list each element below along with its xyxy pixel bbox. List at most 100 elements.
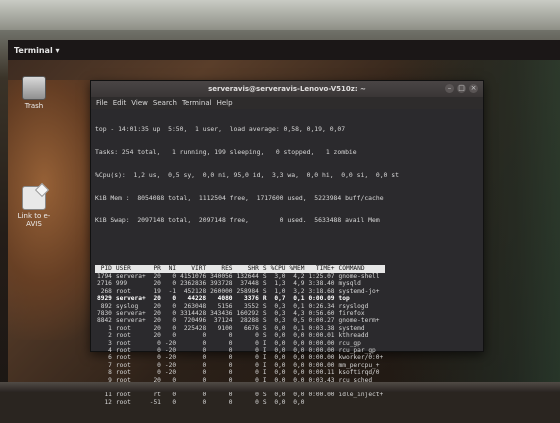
process-cell: 1,3 (274, 280, 286, 288)
minimize-icon[interactable]: – (445, 84, 454, 93)
process-cell: S (262, 309, 267, 317)
process-cell: 0,1 (293, 295, 305, 303)
process-cell: 20 (153, 302, 161, 310)
process-cell: syslog (115, 302, 139, 310)
desktop-icon-trash[interactable]: Trash (10, 76, 58, 110)
close-icon[interactable]: × (469, 84, 478, 93)
process-cell: 268 (100, 287, 112, 295)
menu-help[interactable]: Help (217, 99, 233, 107)
terminal-window[interactable]: serveravis@serveravis-Lenovo-V510z: ~ – … (90, 80, 484, 406)
process-cell: I (262, 369, 267, 377)
column-header: COMMAND (336, 265, 386, 273)
process-cell: root (115, 287, 131, 295)
process-cell: 4,9 (293, 280, 305, 288)
process-cell: 0,0 (293, 339, 305, 347)
process-cell: I (262, 354, 267, 362)
process-cell: I (262, 339, 267, 347)
process-cell: S (262, 287, 267, 295)
process-row: 7830 servera+ 20 0 3314428 343436 160292 S 0,3 4,… (95, 310, 385, 317)
process-cell: 0 (202, 369, 207, 377)
process-cell: 0 (202, 398, 207, 406)
process-cell: 0:00.00 (308, 346, 335, 354)
process-cell: 2716 (97, 280, 112, 288)
process-cell: 5156 (217, 302, 233, 310)
process-cell: top (338, 295, 350, 303)
process-cell: -20 (164, 346, 177, 354)
process-cell: 393728 (210, 280, 233, 288)
process-cell: 0,0 (274, 398, 286, 406)
process-cell: 2362836 (180, 280, 207, 288)
process-row: 2716 999 20 0 2362836 393728 37448 S 1,3 4,9 3:38.… (95, 280, 385, 287)
column-header: RES (208, 265, 235, 273)
process-cell: 0 (172, 309, 177, 317)
column-header: PR (147, 265, 163, 273)
column-header: TIME+ (306, 265, 337, 273)
desktop-icon-label: Link to e-AVIS (17, 212, 51, 228)
process-row: 268 root 19 -1 452128 260000 258984 S 1,0 3,2 3:18… (95, 288, 385, 295)
menu-search[interactable]: Search (153, 99, 177, 107)
process-cell: 0,1 (293, 324, 305, 332)
menu-view[interactable]: View (131, 99, 148, 107)
process-cell: S (262, 332, 267, 340)
column-header: %CPU (268, 265, 288, 273)
process-cell: 0 (255, 398, 259, 406)
menu-file[interactable]: File (96, 99, 108, 107)
process-cell: 4151076 (180, 272, 207, 280)
menu-edit[interactable]: Edit (113, 99, 127, 107)
process-cell: servera+ (115, 317, 146, 325)
process-cell: 3314428 (180, 309, 207, 317)
terminal-titlebar[interactable]: serveravis@serveravis-Lenovo-V510z: ~ – … (91, 81, 483, 97)
process-cell: 9100 (217, 324, 233, 332)
monitor-bezel (0, 0, 560, 30)
process-cell: 0:00.00 (308, 361, 335, 369)
process-cell: 0 (202, 346, 207, 354)
maximize-icon[interactable]: □ (457, 84, 466, 93)
desktop-icon-link[interactable]: Link to e-AVIS (10, 186, 58, 228)
process-cell: 452128 (183, 287, 207, 295)
process-row: 8 root 0 -20 0 0 0 I 0,0 0,0 0:00.11 ksoftirqd/0 (95, 369, 385, 376)
process-cell: 44228 (187, 295, 207, 303)
process-cell: 0,0 (293, 354, 305, 362)
process-cell: -1 (168, 287, 177, 295)
process-cell: -20 (164, 339, 177, 347)
process-cell: 0 (172, 317, 177, 325)
process-row: 1 root 20 0 225428 9100 6676 S 0,0 0,1 0:03.38 syst… (95, 325, 385, 332)
process-cell: root (115, 369, 131, 377)
process-cell: 0:00.09 (308, 295, 335, 303)
process-cell: -51 (149, 398, 161, 406)
process-cell: 0:00.00 (308, 354, 335, 362)
process-cell: 3,0 (274, 272, 286, 280)
process-cell: servera+ (115, 309, 146, 317)
process-row: 7 root 0 -20 0 0 0 I 0,0 0,0 0:00.00 mm_percpu_+ (95, 362, 385, 369)
process-cell: 343436 (210, 309, 233, 317)
process-cell: 37448 (240, 280, 259, 288)
process-cell: 0:00.00 (308, 339, 335, 347)
process-cell: 0 (202, 361, 207, 369)
process-cell: rt (153, 391, 161, 399)
process-cell: 0,3 (274, 309, 286, 317)
terminal-output[interactable]: top - 14:01:35 up 5:50, 1 user, load ave… (91, 109, 483, 423)
process-cell: 0 (157, 339, 161, 347)
process-cell: 6 (108, 354, 112, 362)
process-cell: 0 (228, 398, 233, 406)
column-header: %MEM (287, 265, 307, 273)
process-row: 892 syslog 20 0 263048 5156 3552 S 0,3 0,1 0:26.34… (95, 303, 385, 310)
process-row: 11 root rt 0 0 0 0 S 0,0 0,0 0:00.00 idle_inject+ (95, 391, 385, 398)
process-cell: 0 (228, 346, 233, 354)
menu-terminal[interactable]: Terminal (182, 99, 212, 107)
process-table-header: PID USER PR NI VIRT RES SHR S %CPU %MEM TIME+ COMMA… (95, 265, 386, 273)
process-row: 2 root 20 0 0 0 0 S 0,0 0,0 0:00.01 kthreadd (95, 332, 385, 339)
process-cell: 0 (172, 391, 177, 399)
process-cell: gnome-shell (338, 272, 380, 280)
process-cell: 0,5 (293, 317, 305, 325)
process-cell: 0 (202, 332, 207, 340)
desktop-icon-label: Trash (24, 102, 44, 110)
process-cell: S (262, 317, 267, 325)
process-cell (306, 399, 336, 406)
process-cell: S (262, 391, 267, 399)
process-cell: 7 (108, 361, 112, 369)
process-cell: S (262, 398, 267, 406)
app-menu-terminal[interactable]: Terminal ▾ (14, 46, 59, 55)
process-cell: 2 (108, 332, 112, 340)
process-cell: 0 (255, 346, 259, 354)
